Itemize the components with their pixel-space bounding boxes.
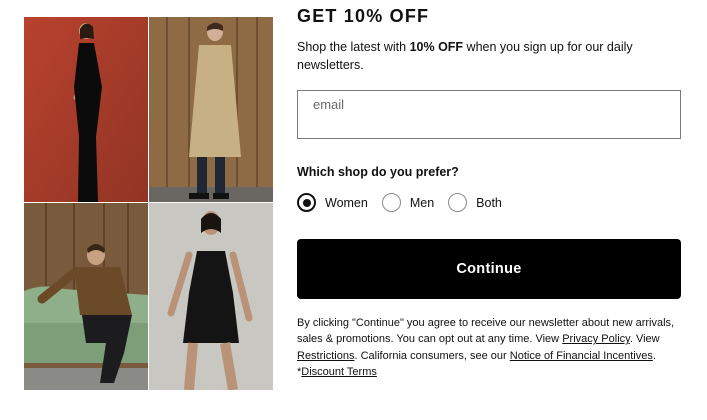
photo-woman-leather-dress xyxy=(149,203,273,390)
radio-button-both[interactable] xyxy=(448,193,468,212)
legal-text-4: . xyxy=(652,349,656,362)
restrictions-link[interactable]: Restrictions xyxy=(297,350,354,362)
continue-button[interactable]: Continue xyxy=(297,239,681,299)
privacy-policy-link[interactable]: Privacy Policy xyxy=(562,333,630,345)
legal-text-2: . View xyxy=(629,333,660,346)
legal-disclaimer: By clicking "Continue" you agree to rece… xyxy=(297,315,681,380)
radio-label-women: Women xyxy=(325,195,368,210)
photo-man-trench-coat xyxy=(149,17,273,202)
radio-button-women[interactable] xyxy=(297,193,316,212)
shop-preference-radio-group: Women Men Both xyxy=(297,193,516,212)
email-field-box xyxy=(297,90,681,139)
radio-label-both: Both xyxy=(476,195,502,210)
radio-option-men[interactable]: Men xyxy=(381,193,435,212)
radio-option-both[interactable]: Both xyxy=(448,193,502,212)
legal-text-3: . California consumers, see our xyxy=(354,349,510,362)
subtitle-text-start: Shop the latest with xyxy=(297,40,410,54)
radio-button-men[interactable] xyxy=(381,193,401,212)
radio-option-women[interactable]: Women xyxy=(297,193,368,212)
radio-label-men: Men xyxy=(409,195,435,210)
financial-incentives-link[interactable]: Notice of Financial Incentives xyxy=(510,350,653,362)
subtitle-discount-bold: 10% OFF xyxy=(409,40,464,54)
photo-man-on-sofa xyxy=(24,203,148,390)
promo-headline: GET 10% OFF xyxy=(297,6,430,26)
photo-woman-black-dress xyxy=(24,17,148,202)
promo-subtitle: Shop the latest with 10% OFF when you si… xyxy=(297,38,677,74)
email-input[interactable] xyxy=(298,91,680,118)
discount-terms-link[interactable]: Discount Terms xyxy=(301,366,377,378)
model-photo-collage xyxy=(24,17,273,390)
shop-preference-question: Which shop do you prefer? xyxy=(297,165,459,179)
